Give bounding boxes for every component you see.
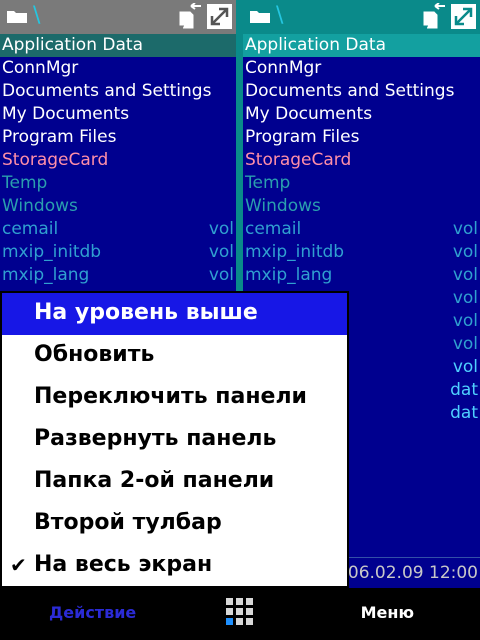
file-row[interactable]: Windows [243,195,480,218]
menu-softkey[interactable]: Меню [361,603,414,622]
file-name: Temp [2,173,48,193]
file-ext: vol [452,288,478,308]
file-row[interactable]: Program Files [0,126,236,149]
menu-item-label: Переключить панели [34,384,307,409]
file-ext: vol [208,265,234,285]
expand-icon[interactable] [206,3,233,30]
file-row[interactable]: My Documents [0,103,236,126]
menu-item-label: На весь экран [34,552,213,577]
file-row[interactable]: Documents and Settings [0,80,236,103]
file-name: My Documents [245,104,373,124]
file-name: Program Files [2,127,117,147]
swap-panels-icon[interactable] [177,3,204,30]
current-path: \ [33,3,41,28]
file-row[interactable]: StorageCard [0,149,236,172]
file-ext: vol [452,219,478,239]
file-row[interactable]: Application Data [243,34,480,57]
swap-panels-icon[interactable] [421,3,448,30]
file-ext: vol [452,357,478,377]
menu-item-label: На уровень выше [34,300,258,325]
file-row[interactable]: mxip_initdb vol [0,241,236,264]
file-row[interactable]: ConnMgr [243,57,480,80]
check-icon: ✔ [10,553,27,577]
file-row[interactable]: Program Files [243,126,480,149]
file-name: mxip_initdb [2,242,102,262]
file-ext: dat [450,380,478,400]
file-row[interactable]: Documents and Settings [243,80,480,103]
left-panel-header: \ [0,0,236,34]
file-name: Application Data [2,35,143,55]
file-row[interactable]: Temp [243,172,480,195]
file-name: StorageCard [2,150,109,170]
file-ext: vol [452,242,478,262]
menu-item[interactable]: Второй тулбар [2,503,347,545]
expand-icon[interactable] [450,3,477,30]
file-row[interactable]: mxip_initdb vol [243,241,480,264]
file-ext: dat [450,403,478,423]
context-menu: На уровень выше Обновить Переключить панел… [0,291,349,588]
file-name: cemail [245,219,302,239]
menu-item[interactable]: ✔ На весь экран [2,545,347,587]
folder-icon[interactable] [249,8,271,24]
file-name: mxip_lang [245,265,333,285]
file-name: Windows [245,196,321,216]
left-file-list[interactable]: Application Data ConnMgr Documents and Set… [0,34,236,287]
right-panel-header: \ [243,0,480,34]
menu-item[interactable]: На уровень выше [2,293,347,335]
file-row[interactable]: mxip_lang vol [0,264,236,287]
file-ext: vol [452,334,478,354]
file-row[interactable]: My Documents [243,103,480,126]
file-name: Program Files [245,127,360,147]
file-name: cemail [2,219,59,239]
file-ext: vol [208,242,234,262]
menu-item-label: Развернуть панель [34,426,277,451]
grid-icon[interactable] [225,597,255,627]
file-ext: vol [208,219,234,239]
file-row[interactable]: mxip_lang vol [243,264,480,287]
file-ext: vol [452,311,478,331]
file-name: mxip_initdb [245,242,345,262]
file-name: Documents and Settings [245,81,455,101]
file-row[interactable]: cemail vol [243,218,480,241]
file-row[interactable]: cemail vol [0,218,236,241]
file-name: mxip_lang [2,265,90,285]
file-ext: vol [452,265,478,285]
file-date: 06.02.09 12:00 [347,563,478,583]
current-path: \ [276,3,284,28]
menu-item-label: Обновить [34,342,155,367]
file-name: Temp [245,173,291,193]
folder-icon[interactable] [6,8,28,24]
file-row[interactable]: ConnMgr [0,57,236,80]
file-row[interactable]: Temp [0,172,236,195]
menu-item[interactable]: Развернуть панель [2,419,347,461]
file-name: Windows [2,196,78,216]
menu-item[interactable]: Переключить панели [2,377,347,419]
file-name: My Documents [2,104,130,124]
file-row[interactable]: Application Data [0,34,236,57]
file-name: ConnMgr [2,58,79,78]
menu-item[interactable]: Папка 2-ой панели [2,461,347,503]
file-row[interactable]: StorageCard [243,149,480,172]
file-name: StorageCard [245,150,352,170]
action-softkey[interactable]: Действие [49,603,136,622]
menu-item-label: Папка 2-ой панели [34,468,275,493]
file-name: Documents and Settings [2,81,212,101]
file-name: ConnMgr [245,58,322,78]
file-name: Application Data [245,35,386,55]
file-row[interactable]: Windows [0,195,236,218]
menu-item-label: Второй тулбар [34,510,222,535]
menu-item[interactable]: Обновить [2,335,347,377]
